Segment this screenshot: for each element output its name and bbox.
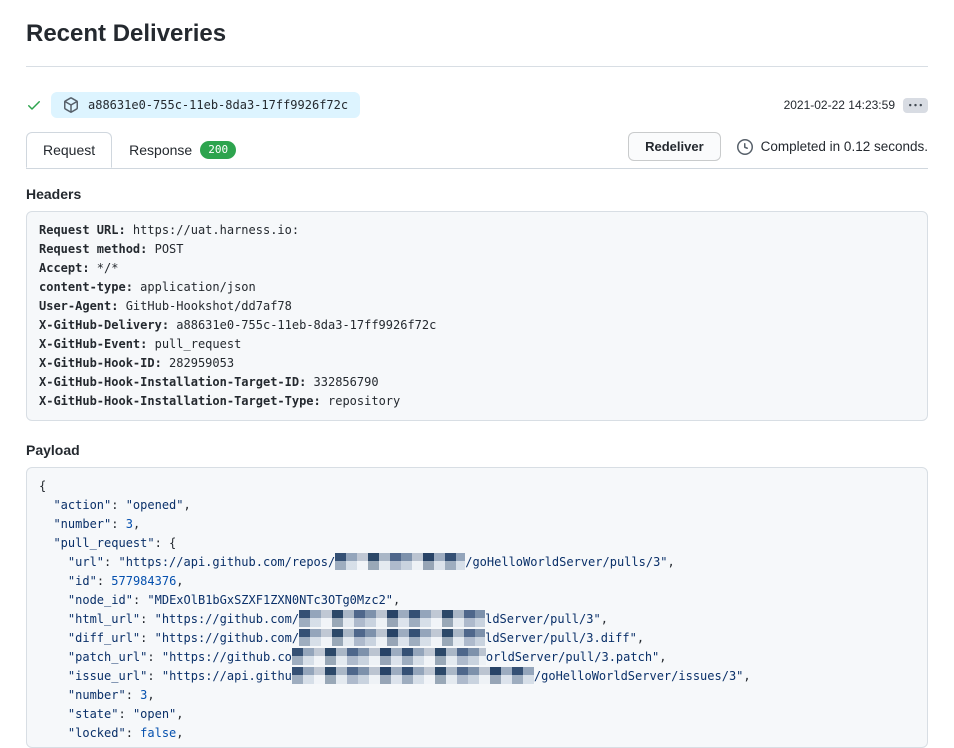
payload-line: "issue_url": "https://api.githu/goHelloW…	[39, 667, 915, 686]
payload-line: "patch_url": "https://github.coorldServe…	[39, 648, 915, 667]
redacted-block	[292, 667, 534, 684]
headers-section-title: Headers	[26, 186, 928, 202]
clock-icon	[737, 139, 753, 155]
title-divider	[26, 66, 928, 67]
delivery-guid: a88631e0-755c-11eb-8da3-17ff9926f72c	[88, 97, 348, 113]
redacted-block	[292, 648, 486, 665]
header-line: X-GitHub-Hook-Installation-Target-ID: 33…	[39, 373, 915, 392]
delivery-options-button[interactable]	[903, 98, 928, 113]
header-line: content-type: application/json	[39, 278, 915, 297]
completed-text: Completed in 0.12 seconds.	[761, 139, 928, 154]
page-title: Recent Deliveries	[26, 0, 928, 49]
payload-line: "state": "open",	[39, 705, 915, 724]
header-line: X-GitHub-Delivery: a88631e0-755c-11eb-8d…	[39, 316, 915, 335]
redacted-block	[335, 553, 465, 570]
payload-line: "action": "opened",	[39, 496, 915, 515]
tab-request[interactable]: Request	[26, 132, 112, 168]
payload-line: "html_url": "https://github.com/ldServer…	[39, 610, 915, 629]
payload-line: {	[39, 477, 915, 496]
header-line: X-GitHub-Hook-ID: 282959053	[39, 354, 915, 373]
payload-section-title: Payload	[26, 442, 928, 458]
kebab-horizontal-icon	[909, 99, 922, 112]
payload-line: "locked": false,	[39, 724, 915, 743]
payload-code: { "action": "opened", "number": 3, "pull…	[26, 467, 928, 748]
header-line: X-GitHub-Hook-Installation-Target-Type: …	[39, 392, 915, 411]
payload-line: "node_id": "MDExOlB1bGxSZXF1ZXN0NTc3OTg0…	[39, 591, 915, 610]
header-line: Request URL: https://uat.harness.io:	[39, 221, 915, 240]
response-status-badge: 200	[200, 141, 236, 159]
redacted-block	[299, 610, 485, 627]
redeliver-button[interactable]: Redeliver	[628, 132, 721, 161]
tab-response-label: Response	[129, 142, 192, 158]
headers-code: Request URL: https://uat.harness.io:Requ…	[26, 211, 928, 421]
header-line: X-GitHub-Event: pull_request	[39, 335, 915, 354]
tab-request-label: Request	[43, 142, 95, 158]
delivery-tabnav: Request Response 200 Redeliver Completed…	[26, 131, 928, 169]
header-line: Request method: POST	[39, 240, 915, 259]
delivery-summary: a88631e0-755c-11eb-8da3-17ff9926f72c	[26, 92, 360, 118]
payload-line: "url": "https://api.github.com/repos//go…	[39, 553, 915, 572]
payload-line: "pull_request": {	[39, 534, 915, 553]
completed-group: Completed in 0.12 seconds.	[731, 139, 928, 155]
payload-line: "diff_url": "https://github.com/ldServer…	[39, 629, 915, 648]
delivery-row: a88631e0-755c-11eb-8da3-17ff9926f72c 202…	[26, 92, 928, 118]
delivery-meta: 2021-02-22 14:23:59	[784, 98, 928, 113]
payload-line: "number": 3,	[39, 515, 915, 534]
redacted-block	[299, 629, 485, 646]
delivery-guid-pill[interactable]: a88631e0-755c-11eb-8da3-17ff9926f72c	[51, 92, 360, 118]
recent-deliveries-page: Recent Deliveries a88631e0-755c-11eb-8da…	[0, 0, 954, 748]
package-icon	[63, 97, 79, 113]
header-line: User-Agent: GitHub-Hookshot/dd7af78	[39, 297, 915, 316]
tab-response[interactable]: Response 200	[112, 131, 253, 169]
payload-line: "id": 577984376,	[39, 572, 915, 591]
payload-line: "number": 3,	[39, 686, 915, 705]
tab-actions: Redeliver Completed in 0.12 seconds.	[628, 132, 928, 167]
delivery-timestamp: 2021-02-22 14:23:59	[784, 98, 895, 112]
check-icon	[26, 97, 42, 113]
header-line: Accept: */*	[39, 259, 915, 278]
